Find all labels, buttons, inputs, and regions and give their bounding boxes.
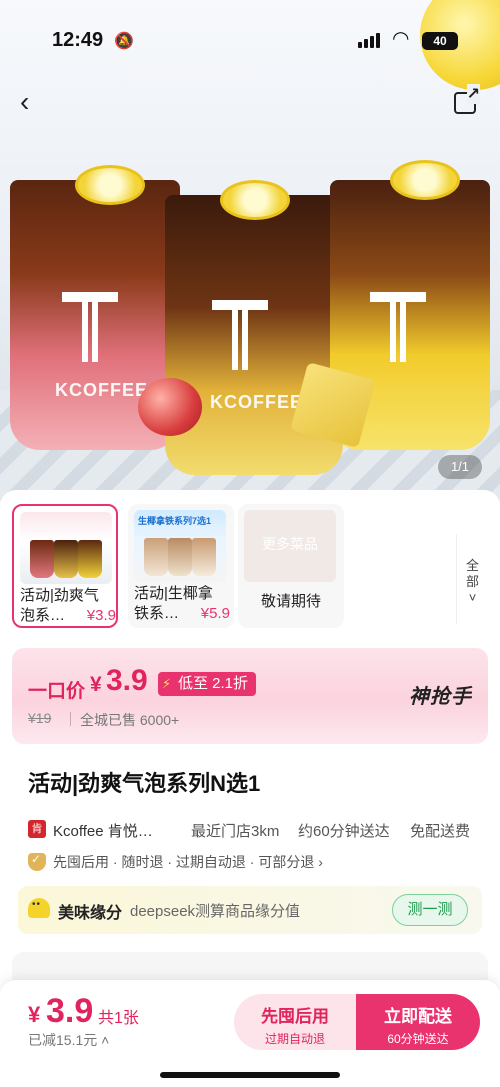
total-price: 3.9 (46, 992, 94, 1030)
store-distance: 最近门店3km (191, 823, 280, 840)
variant-option-sparkling[interactable]: 活动|劲爽气 泡系… ¥3.9 (12, 504, 118, 628)
store-logo-icon: 肯 (28, 820, 46, 838)
signal-icon (358, 33, 380, 48)
savings-toggle[interactable]: 已减15.1元 ˄ (28, 1030, 109, 1050)
store-info-row[interactable]: 肯 Kcoffee 肯悦… 最近门店3km 约60分钟送达 免配送费 (28, 820, 478, 840)
lemon-slice (75, 165, 145, 205)
variant-thumbnail (20, 512, 112, 584)
lemon-slice (220, 180, 290, 220)
bottom-purchase-bar: ¥ 3.9 共1张 已减15.1元 ˄ 先囤后用 过期自动退 立即配送 60分钟… (0, 980, 500, 1087)
currency-symbol: ¥ (90, 673, 102, 696)
variant-thumbnail: 生椰拿铁系列7选1 (134, 510, 226, 582)
divider (70, 712, 71, 726)
flash-deal-logo: 神抢手 (409, 686, 472, 708)
status-time: 12:49 (52, 29, 104, 51)
shield-check-icon (28, 852, 46, 871)
variant-label: 活动|生椰拿 铁系… ¥5.9 (134, 585, 230, 622)
store-name[interactable]: Kcoffee 肯悦… (53, 820, 153, 841)
bell-muted-icon: 🔕 (114, 33, 134, 50)
sold-count: 全城已售 6000+ (80, 712, 180, 728)
delivery-eta: 约60分钟送达 (298, 823, 390, 840)
service-guarantee-text: 先囤后用 · 随时退 · 过期自动退 · 可部分退 › (53, 854, 323, 870)
discount-badge: 低至 2.1折 (158, 672, 257, 696)
variant-thumb-tag: 生椰拿铁系列7选1 (138, 516, 212, 526)
apple-decoration (138, 378, 202, 436)
purchase-buttons: 先囤后用 过期自动退 立即配送 60分钟送达 (234, 994, 480, 1050)
chevron-down-icon: ˅ (468, 590, 477, 605)
variant-thumbnail: 更多菜品 (244, 510, 336, 582)
variant-label: 活动|劲爽气 泡系… ¥3.9 (20, 587, 116, 624)
buy-later-button[interactable]: 先囤后用 过期自动退 (234, 994, 356, 1050)
taste-match-desc: deepseek测算商品缘分值 (130, 903, 301, 920)
variant-price: ¥5.9 (200, 605, 230, 622)
price-card: 一口价 ¥ 3.9 低至 2.1折 ¥19 全城已售 6000+ 神抢手 (12, 648, 488, 744)
delivery-fee: 免配送费 (410, 823, 471, 840)
taste-match-banner: 美味缘分 deepseek测算商品缘分值 测一测 (18, 886, 482, 934)
deal-price: 3.9 (106, 664, 148, 697)
bow-logo (212, 300, 268, 370)
variant-price: ¥3.9 (86, 607, 116, 624)
cup-brand-text: KCOFFEE (55, 380, 149, 400)
product-hero-image[interactable]: KCOFFEE KCOFFEE 12:49 🔕 ◠ 40 ‹ 1/1 (0, 0, 500, 500)
coming-soon-label: 敬请期待 (260, 593, 321, 610)
bow-logo (62, 292, 118, 362)
variant-option-coconut-latte[interactable]: 生椰拿铁系列7选1 活动|生椰拿 铁系… ¥5.9 (128, 504, 234, 628)
variant-selector: 活动|劲爽气 泡系… ¥3.9 生椰拿铁系列7选1 活动|生椰拿 铁系… ¥5.9 … (12, 504, 488, 629)
back-icon[interactable]: ‹ (20, 88, 50, 118)
home-indicator[interactable] (160, 1072, 340, 1078)
wifi-icon: ◠ (392, 28, 410, 50)
price-label: 一口价 (28, 681, 86, 702)
cup-brand-text: KCOFFEE (210, 392, 304, 412)
original-price: ¥19 (28, 710, 52, 726)
service-guarantee-row[interactable]: 先囤后用 · 随时退 · 过期自动退 · 可部分退 › (28, 852, 468, 872)
product-title: 活动|劲爽气泡系列N选1 (28, 771, 261, 796)
quantity-label: 共1张 (98, 1010, 139, 1027)
currency-symbol: ¥ (28, 1002, 41, 1027)
test-match-button[interactable]: 测一测 (392, 894, 468, 926)
variant-option-more[interactable]: 更多菜品 敬请期待 (238, 504, 344, 628)
battery-icon: 40 (422, 32, 458, 50)
bow-logo (370, 292, 426, 362)
lemon-slice (390, 160, 460, 200)
all-variants-toggle[interactable]: 全部 ˅ (456, 534, 488, 624)
taste-match-title: 美味缘分 (58, 905, 123, 922)
status-bar: 12:49 🔕 ◠ 40 (0, 0, 500, 80)
image-counter: 1/1 (438, 455, 482, 479)
heart-face-icon (28, 898, 50, 918)
deliver-now-button[interactable]: 立即配送 60分钟送达 (356, 994, 480, 1050)
share-icon[interactable] (454, 84, 480, 114)
